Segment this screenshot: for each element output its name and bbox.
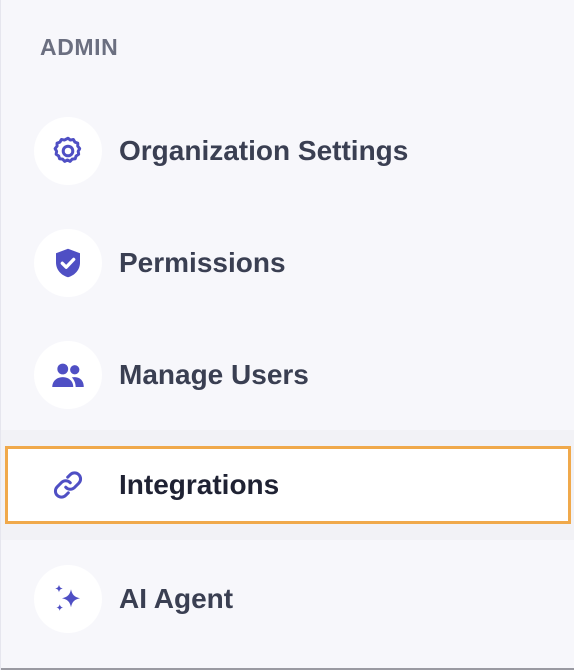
shield-check-icon [34,229,102,297]
sidebar-item-organization-settings[interactable]: Organization Settings [7,109,574,193]
section-title-admin: ADMIN [40,34,119,60]
sidebar-item-permissions[interactable]: Permissions [7,221,574,305]
sidebar-item-label: Manage Users [119,359,309,390]
users-icon [34,341,102,409]
admin-sidebar: ADMIN Organization Settings Permissions [0,0,574,670]
sparkles-icon [34,565,102,633]
link-icon [34,451,102,519]
gear-icon [34,117,102,185]
sidebar-item-integrations[interactable]: Integrations [5,446,571,524]
sidebar-item-ai-agent[interactable]: AI Agent [7,557,574,641]
sidebar-item-label: AI Agent [119,583,234,614]
sidebar-item-manage-users[interactable]: Manage Users [7,333,574,417]
sidebar-item-label: Permissions [119,247,286,278]
sidebar-item-label: Organization Settings [119,135,409,166]
sidebar-item-label: Integrations [119,469,280,500]
